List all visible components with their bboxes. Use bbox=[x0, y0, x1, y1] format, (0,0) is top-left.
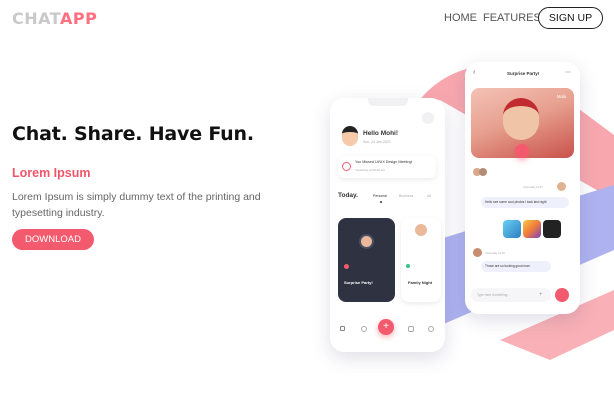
tab-business[interactable]: Business bbox=[399, 194, 413, 198]
add-button[interactable]: + bbox=[378, 319, 394, 335]
avatar bbox=[359, 234, 374, 249]
bottom-tab-bar: + bbox=[330, 316, 445, 346]
event-card-dark[interactable]: Surprise Party! bbox=[338, 218, 395, 302]
avatar bbox=[557, 182, 566, 191]
tab-personal[interactable]: Personal bbox=[373, 194, 387, 198]
notification-text: You Missed UI/UX Design Meeting! bbox=[355, 160, 413, 164]
message-time: Yesterday 11:07 bbox=[523, 185, 543, 189]
event-title: Surprise Party! bbox=[344, 280, 373, 285]
more-icon[interactable]: ⋯ bbox=[565, 69, 571, 76]
phone-mockup-chat: ‹ Surprise Party! ⋯ Mala Yesterday 11:07… bbox=[465, 62, 580, 314]
signup-button[interactable]: SIGN UP bbox=[538, 7, 603, 29]
tab-all[interactable]: All bbox=[427, 194, 431, 198]
event-title: Family Night bbox=[408, 280, 433, 285]
record-icon bbox=[344, 264, 349, 269]
settings-icon[interactable] bbox=[428, 326, 434, 332]
hero-description: Lorem Ipsum is simply dummy text of the … bbox=[12, 191, 261, 219]
nav-link-home[interactable]: HOME bbox=[444, 12, 477, 24]
top-navbar: CHATAPP HOME FEATURES SIGN UP bbox=[0, 0, 614, 38]
logo-text-chat: CHAT bbox=[12, 9, 60, 28]
logo[interactable]: CHATAPP bbox=[12, 9, 97, 28]
video-call-button[interactable] bbox=[515, 144, 529, 158]
hero-illustration: Hello Mohi! Sun, 24 Jan 2022 You Missed … bbox=[300, 40, 614, 370]
notification-card[interactable]: You Missed UI/UX Design Meeting! Yesterd… bbox=[338, 156, 436, 178]
caller-photo bbox=[503, 98, 539, 140]
hero-headline: Chat. Share. Have Fun. bbox=[12, 123, 254, 145]
chat-icon[interactable] bbox=[361, 326, 367, 332]
logo-text-app: APP bbox=[59, 9, 98, 28]
caller-name: Mala bbox=[557, 94, 567, 99]
shared-photos[interactable] bbox=[503, 220, 563, 238]
shared-image[interactable] bbox=[503, 220, 521, 238]
search-icon[interactable] bbox=[422, 112, 434, 124]
greeting-text: Hello Mohi! bbox=[363, 130, 399, 137]
notification-time: Yesterday at 08:00 am bbox=[355, 168, 385, 172]
hero-subheading: Lorem Ipsum bbox=[12, 166, 91, 180]
message-bubble-sent: Hello see some cool photos I took last n… bbox=[481, 197, 569, 208]
add-attachment-icon[interactable]: + bbox=[539, 292, 544, 298]
message-input-placeholder: Type here Something... bbox=[477, 293, 510, 297]
message-text: Hello see some cool photos I took last n… bbox=[485, 200, 547, 204]
chat-title: Surprise Party! bbox=[507, 71, 540, 76]
grid-icon[interactable] bbox=[340, 326, 345, 331]
nav-link-features[interactable]: FEATURES bbox=[483, 12, 541, 24]
status-dot-icon bbox=[406, 264, 410, 268]
call-icon[interactable] bbox=[408, 326, 414, 332]
back-icon[interactable]: ‹ bbox=[473, 69, 475, 76]
avatar bbox=[479, 168, 487, 176]
shared-image[interactable] bbox=[523, 220, 541, 238]
send-button[interactable] bbox=[555, 288, 569, 302]
participants bbox=[473, 168, 493, 176]
video-call-view: Mala bbox=[471, 88, 574, 158]
message-text: Those are so fucking good man bbox=[485, 264, 530, 268]
greeting-date: Sun, 24 Jan 2022 bbox=[363, 140, 391, 144]
more-photos-badge[interactable] bbox=[543, 220, 561, 238]
message-bubble-received: Those are so fucking good man bbox=[481, 261, 551, 272]
phone-mockup-home: Hello Mohi! Sun, 24 Jan 2022 You Missed … bbox=[330, 98, 445, 352]
avatar bbox=[415, 224, 427, 236]
download-button[interactable]: DOWNLOAD bbox=[12, 229, 94, 250]
event-card-light[interactable]: Family Night bbox=[401, 218, 441, 302]
section-title: Today. bbox=[338, 192, 358, 199]
avatar bbox=[473, 248, 482, 257]
message-time: Yesterday 11:10 bbox=[485, 251, 505, 255]
alarm-icon bbox=[342, 162, 351, 171]
avatar bbox=[342, 126, 358, 146]
